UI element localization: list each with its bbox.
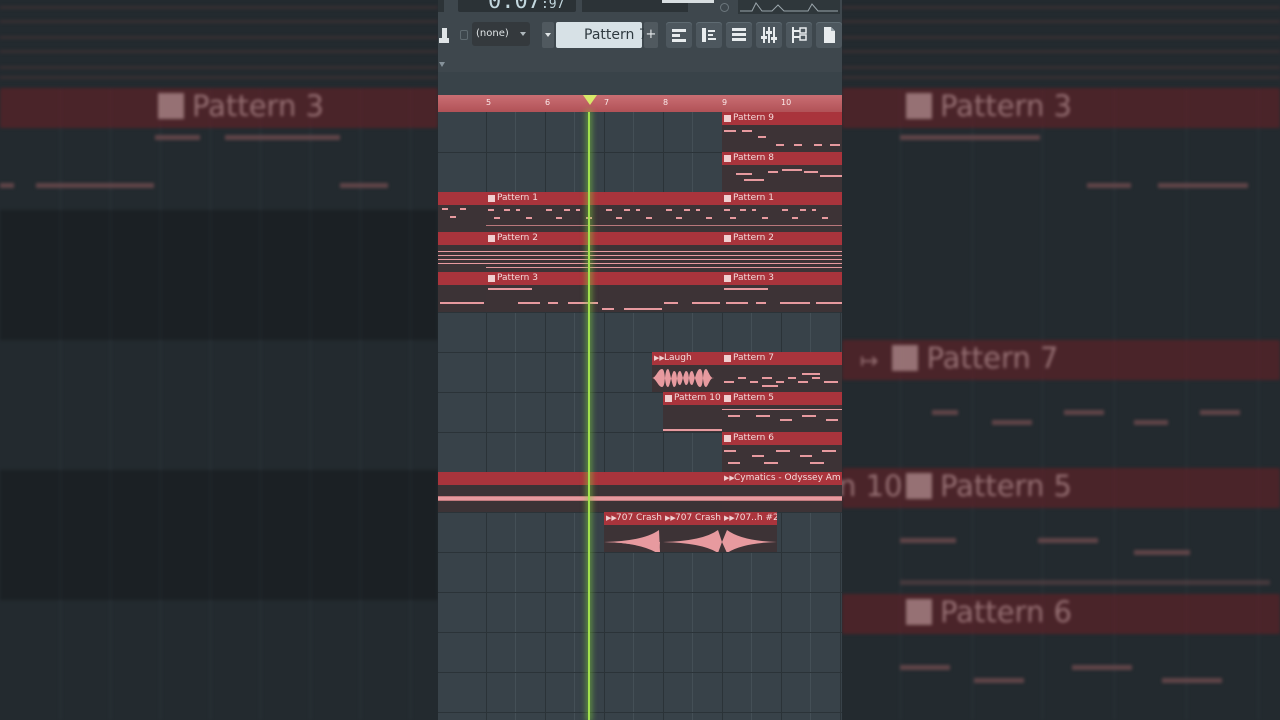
pattern-icon <box>724 155 731 162</box>
audio-clip-icon: ▶▶ <box>724 514 735 522</box>
background-pattern-label: Pattern 3 <box>158 89 324 123</box>
waveform <box>438 496 842 501</box>
pattern-icon <box>488 235 495 242</box>
pattern-clip[interactable]: Pattern 2 <box>486 232 722 272</box>
pattern-clip[interactable]: Pattern 7 <box>722 352 842 392</box>
background-pattern-label: Pattern 5 <box>906 469 1072 503</box>
song-time-display[interactable]: 0:07:97 <box>458 0 576 12</box>
waveform <box>722 530 777 552</box>
background-pattern-label: n 10 <box>842 469 903 503</box>
waveform <box>652 369 722 387</box>
pattern-icon <box>488 275 495 282</box>
pattern-clip[interactable]: Pattern 2 <box>722 232 842 272</box>
chevron-down-icon <box>520 32 526 36</box>
audio-clip[interactable]: ▶▶ 707 Crash <box>663 512 722 552</box>
background-pattern-label: Pattern 6 <box>906 595 1072 629</box>
playhead-marker-icon[interactable] <box>583 95 597 105</box>
pattern-clip[interactable]: Pattern 6 <box>722 432 842 472</box>
pattern-picker[interactable]: (none) <box>472 22 530 46</box>
audio-clip[interactable]: ▶▶ 707 Crash <box>604 512 663 552</box>
toolbar: 0:07:97 (none) Pattern 7 + <box>438 0 842 72</box>
pattern-clip[interactable]: Pattern 3 <box>486 272 722 312</box>
bar-number: 7 <box>604 98 610 107</box>
pattern-clip[interactable]: Pattern 8 <box>722 152 842 192</box>
bar-number: 6 <box>545 98 551 107</box>
audio-clip-icon: ▶▶ <box>724 474 735 482</box>
waveform <box>663 530 722 552</box>
pattern-clip[interactable]: Pattern 9 <box>722 112 842 152</box>
document-icon[interactable] <box>816 22 842 48</box>
bar-number: 9 <box>722 98 728 107</box>
browser-icon[interactable] <box>786 22 812 48</box>
pattern-icon <box>724 355 731 362</box>
playlist-icon[interactable] <box>666 22 692 48</box>
audio-clip[interactable]: ▶▶ Laugh <box>652 352 722 392</box>
background-left-blur: Pattern 3 <box>0 0 438 720</box>
timeline-ruler[interactable]: 5 6 7 8 9 10 <box>438 95 842 112</box>
pattern-icon <box>724 435 731 442</box>
pattern-icon <box>488 195 495 202</box>
background-right-blur: Pattern 3 ↦ Pattern 7 n 10 Pattern 5 Patt… <box>842 0 1280 720</box>
menu-arrow-icon[interactable] <box>439 62 445 67</box>
audio-clip-icon: ▶▶ <box>606 514 617 522</box>
pattern-icon <box>724 115 731 122</box>
playhead[interactable] <box>588 112 590 720</box>
refresh-icon[interactable] <box>720 3 729 12</box>
stamp-icon[interactable] <box>438 22 458 48</box>
pattern-icon <box>724 395 731 402</box>
audio-clip-icon: ▶▶ <box>665 514 676 522</box>
bar-number: 10 <box>781 98 792 107</box>
pattern-clip[interactable]: Pattern 10 <box>663 392 722 432</box>
bar-number: 8 <box>663 98 669 107</box>
pattern-clip[interactable]: Pattern 5 <box>722 392 842 432</box>
pattern-icon <box>724 235 731 242</box>
lock-icon[interactable] <box>460 30 468 40</box>
mixer-icon[interactable] <box>756 22 782 48</box>
pattern-dropdown-button[interactable] <box>542 22 554 48</box>
audio-clip-icon: ▶▶ <box>654 354 665 362</box>
add-pattern-button[interactable]: + <box>644 22 658 48</box>
audio-clip[interactable]: ▶▶ Cymatics - Odyssey Am <box>722 472 842 512</box>
waveform <box>604 530 660 552</box>
pattern-icon <box>724 275 731 282</box>
pattern-clip[interactable]: Pattern 1 <box>722 192 842 232</box>
piano-roll-icon[interactable] <box>696 22 722 48</box>
audio-clip[interactable]: ▶▶ 707..h #2 <box>722 512 777 552</box>
pattern-icon <box>665 395 672 402</box>
channel-rack-icon[interactable] <box>726 22 752 48</box>
current-pattern-selector[interactable]: Pattern 7 <box>556 22 648 48</box>
playlist-window: 0:07:97 (none) Pattern 7 + <box>438 0 842 720</box>
pattern-icon <box>724 195 731 202</box>
pattern-clip[interactable]: Pattern 1 <box>486 192 722 232</box>
background-pattern-label: ↦ Pattern 7 <box>860 341 1059 375</box>
pattern-clip[interactable]: Pattern 3 <box>722 272 842 312</box>
bar-number: 5 <box>486 98 492 107</box>
background-pattern-label: Pattern 3 <box>906 89 1072 123</box>
playlist-grid[interactable]: Pattern 9 Pattern 8 Pattern 1 Pattern 1 … <box>438 112 842 720</box>
oscilloscope <box>738 0 840 14</box>
cpu-meter <box>662 0 714 3</box>
